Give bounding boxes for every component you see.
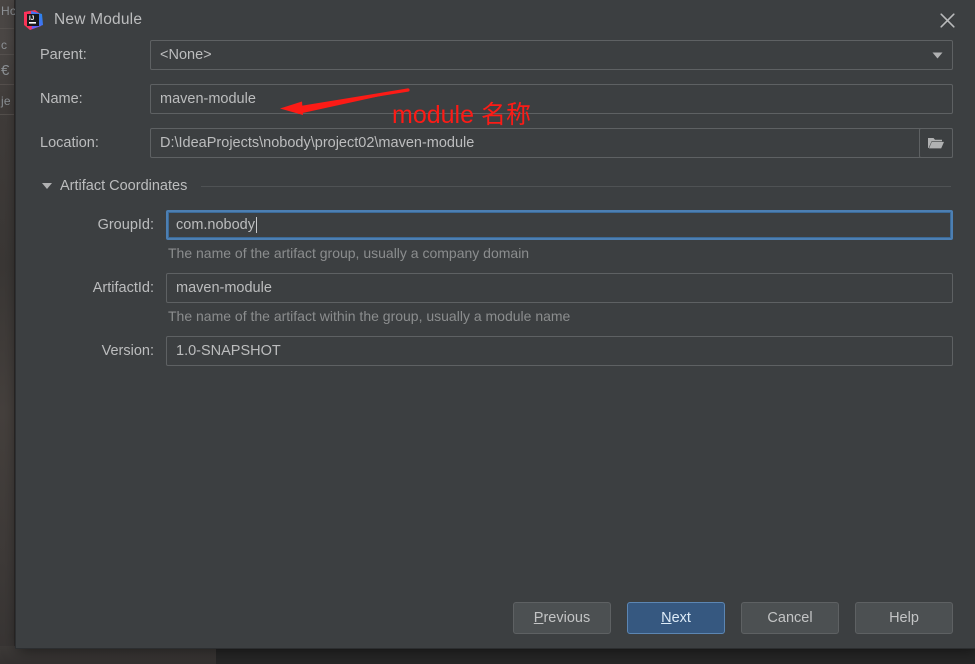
artifactid-input[interactable]: maven-module — [166, 273, 953, 303]
intellij-idea-logo-icon: IJ — [22, 9, 44, 31]
next-button-mnemonic: N — [661, 610, 672, 626]
triangle-down-icon[interactable] — [42, 183, 52, 189]
dialog-footer: Previous Next Cancel Help — [16, 602, 975, 634]
folder-open-icon[interactable] — [919, 128, 953, 158]
screen-root: Ho c € je IJ New Module Parent: <None> N… — [0, 0, 975, 664]
artifactid-label: ArtifactId: — [92, 280, 154, 296]
previous-button[interactable]: Previous — [513, 602, 611, 634]
location-input[interactable]: D:\IdeaProjects\nobody\project02\maven-m… — [150, 128, 953, 158]
ide-ghost-label-0: Ho — [1, 4, 17, 18]
ide-strip-divider-3 — [0, 84, 14, 85]
groupid-label: GroupId: — [97, 217, 154, 233]
artifactid-hint: The name of the artifact within the grou… — [168, 308, 571, 324]
ide-ghost-label-3: je — [1, 94, 11, 108]
ide-strip-divider-2 — [0, 54, 14, 55]
previous-button-mnemonic: P — [533, 610, 544, 626]
version-input[interactable]: 1.0-SNAPSHOT — [166, 336, 953, 366]
groupid-hint: The name of the artifact group, usually … — [168, 245, 530, 261]
next-button-label-post: ext — [671, 610, 691, 626]
artifactid-row: ArtifactId: maven-module — [42, 273, 953, 303]
help-button[interactable]: Help — [855, 602, 953, 634]
version-label: Version: — [101, 343, 154, 359]
name-label: Name: — [40, 91, 83, 107]
groupid-value: com.nobody — [176, 217, 255, 233]
dialog-title: New Module — [54, 11, 143, 28]
parent-value: <None> — [160, 47, 212, 63]
location-label: Location: — [40, 135, 99, 151]
groupid-row: GroupId: com.nobody — [42, 210, 953, 240]
chevron-down-icon[interactable] — [922, 41, 952, 69]
module-form: Parent: <None> Name: maven-module Locati… — [16, 40, 975, 366]
svg-text:IJ: IJ — [29, 15, 35, 22]
name-value: maven-module — [160, 91, 256, 107]
ide-ghost-label-2: € — [1, 62, 10, 79]
dialog-titlebar: IJ New Module — [16, 0, 975, 40]
location-value: D:\IdeaProjects\nobody\project02\maven-m… — [160, 135, 475, 151]
groupid-input[interactable]: com.nobody — [166, 210, 953, 240]
location-row: Location: D:\IdeaProjects\nobody\project… — [40, 128, 953, 158]
parent-combobox[interactable]: <None> — [150, 40, 953, 70]
ide-status-bar-left — [0, 646, 216, 664]
parent-row: Parent: <None> — [40, 40, 953, 70]
section-separator — [201, 185, 951, 187]
ide-ghost-label-1: c — [1, 38, 8, 52]
version-row: Version: 1.0-SNAPSHOT — [42, 336, 953, 366]
close-icon[interactable] — [919, 0, 975, 40]
artifact-coordinates-body: GroupId: com.nobody The name of the arti… — [40, 210, 953, 366]
ide-strip-divider-1 — [0, 28, 14, 29]
new-module-dialog: IJ New Module Parent: <None> Name: maven… — [16, 0, 975, 648]
name-row: Name: maven-module — [40, 84, 953, 114]
text-caret — [256, 217, 257, 233]
artifact-coordinates-section-header[interactable]: Artifact Coordinates — [40, 178, 953, 194]
cancel-button[interactable]: Cancel — [741, 602, 839, 634]
next-button[interactable]: Next — [627, 602, 725, 634]
name-input[interactable]: maven-module — [150, 84, 953, 114]
artifact-coordinates-title: Artifact Coordinates — [60, 178, 188, 194]
ide-strip-divider-4 — [0, 114, 14, 115]
previous-button-label-post: revious — [543, 610, 591, 626]
parent-label: Parent: — [40, 47, 87, 63]
artifactid-value: maven-module — [176, 280, 272, 296]
version-value: 1.0-SNAPSHOT — [176, 343, 281, 359]
